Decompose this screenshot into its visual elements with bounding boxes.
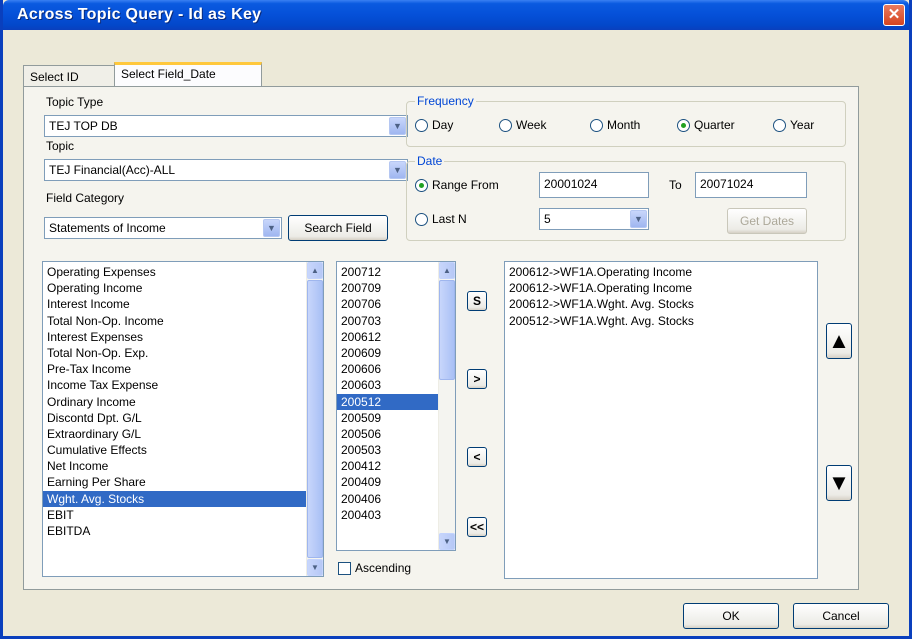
field-list-item[interactable]: Wght. Avg. Stocks bbox=[43, 490, 323, 507]
checkbox-box[interactable] bbox=[338, 561, 351, 575]
topic-type-value: TEJ TOP DB bbox=[49, 119, 118, 133]
radio-quarter-label: Quarter bbox=[694, 118, 735, 132]
radio-year[interactable]: Year bbox=[773, 118, 814, 132]
chevron-down-icon[interactable]: ▼ bbox=[389, 117, 406, 135]
last-n-select[interactable]: 5 ▼ bbox=[539, 208, 649, 230]
fields-listbox[interactable]: Operating Expenses Operating Income Intere… bbox=[42, 261, 324, 577]
ascending-label: Ascending bbox=[355, 561, 412, 575]
last-n-value: 5 bbox=[544, 212, 551, 226]
radio-circle[interactable] bbox=[499, 118, 512, 132]
field-list-item[interactable]: Interest Income bbox=[43, 296, 323, 312]
radio-circle[interactable] bbox=[415, 212, 428, 226]
select-button[interactable]: S bbox=[467, 291, 487, 311]
chevron-down-icon[interactable]: ▼ bbox=[630, 210, 647, 228]
radio-circle[interactable] bbox=[415, 118, 428, 132]
field-list-item[interactable]: EBIT bbox=[43, 507, 323, 523]
field-category-value: Statements of Income bbox=[49, 221, 166, 235]
last-n-label: Last N bbox=[432, 212, 467, 226]
ascending-checkbox[interactable]: Ascending bbox=[338, 561, 411, 575]
search-field-button[interactable]: Search Field bbox=[288, 215, 388, 241]
to-label: To bbox=[669, 178, 682, 192]
topic-select[interactable]: TEJ Financial(Acc)-ALL ▼ bbox=[44, 159, 408, 181]
radio-circle-checked[interactable] bbox=[677, 118, 690, 132]
radio-month-label: Month bbox=[607, 118, 641, 132]
remove-button[interactable]: < bbox=[467, 447, 487, 467]
dates-listbox[interactable]: 200712 200709 200706 200703 200612 200609 2006… bbox=[336, 261, 456, 551]
radio-week-label: Week bbox=[516, 118, 547, 132]
range-from-input[interactable]: 20001024 bbox=[539, 172, 649, 198]
fields-scrollbar[interactable]: ▲ ▼ bbox=[306, 262, 323, 576]
title-bar[interactable]: Across Topic Query - Id as Key ✕ bbox=[3, 0, 909, 30]
ok-button[interactable]: OK bbox=[683, 603, 779, 629]
radio-circle[interactable] bbox=[590, 118, 603, 132]
field-list-item[interactable]: Earning Per Share bbox=[43, 474, 323, 490]
dialog-window: Across Topic Query - Id as Key ✕ Select … bbox=[0, 0, 912, 639]
date-title: Date bbox=[415, 154, 445, 168]
range-from-label: Range From bbox=[432, 178, 499, 192]
radio-last-n[interactable]: Last N bbox=[415, 212, 467, 226]
window-title: Across Topic Query - Id as Key bbox=[17, 6, 262, 23]
tab-select-field-date[interactable]: Select Field_Date bbox=[114, 62, 262, 86]
tab-panel: Topic Type TEJ TOP DB ▼ Topic TEJ Financ… bbox=[23, 86, 859, 590]
field-list-item[interactable]: Operating Income bbox=[43, 280, 323, 296]
radio-range-from[interactable]: Range From bbox=[415, 178, 499, 192]
field-list-item[interactable]: Extraordinary G/L bbox=[43, 426, 323, 442]
close-button[interactable]: ✕ bbox=[883, 4, 905, 26]
scroll-thumb[interactable] bbox=[439, 280, 455, 380]
frequency-title: Frequency bbox=[415, 94, 476, 108]
scroll-down-icon[interactable]: ▼ bbox=[307, 559, 323, 576]
get-dates-button[interactable]: Get Dates bbox=[727, 208, 807, 234]
add-button[interactable]: > bbox=[467, 369, 487, 389]
topic-value: TEJ Financial(Acc)-ALL bbox=[49, 163, 176, 177]
radio-circle-checked[interactable] bbox=[415, 178, 428, 192]
field-list-item[interactable]: Income Tax Expense bbox=[43, 377, 323, 393]
scroll-down-icon[interactable]: ▼ bbox=[439, 533, 455, 550]
remove-all-button[interactable]: << bbox=[467, 517, 487, 537]
scroll-up-icon[interactable]: ▲ bbox=[307, 262, 323, 279]
topic-label: Topic bbox=[46, 139, 75, 153]
field-list-item[interactable]: Total Non-Op. Exp. bbox=[43, 345, 323, 361]
selected-list-item[interactable]: 200612->WF1A.Operating Income bbox=[505, 264, 817, 280]
range-to-input[interactable]: 20071024 bbox=[695, 172, 807, 198]
frequency-group: Frequency Day Week Month Quarter Year bbox=[406, 94, 846, 147]
selected-list-item[interactable]: 200612->WF1A.Wght. Avg. Stocks bbox=[505, 296, 817, 312]
field-list-item[interactable]: Operating Expenses bbox=[43, 264, 323, 280]
radio-year-label: Year bbox=[790, 118, 815, 132]
selected-list-item[interactable]: 200512->WF1A.Wght. Avg. Stocks bbox=[505, 313, 817, 329]
radio-week[interactable]: Week bbox=[499, 118, 546, 132]
field-list-item[interactable]: Total Non-Op. Income bbox=[43, 313, 323, 329]
scroll-thumb[interactable] bbox=[307, 280, 323, 558]
chevron-down-icon[interactable]: ▼ bbox=[263, 219, 280, 237]
tab-select-id[interactable]: Select ID bbox=[23, 65, 115, 86]
move-down-button[interactable]: ▼ bbox=[826, 465, 852, 501]
selected-listbox[interactable]: 200612->WF1A.Operating Income 200612->WF1… bbox=[504, 261, 818, 579]
field-list-item[interactable]: Ordinary Income bbox=[43, 394, 323, 410]
field-list-item[interactable]: Net Income bbox=[43, 458, 323, 474]
field-list-item[interactable]: Pre-Tax Income bbox=[43, 361, 323, 377]
cancel-button[interactable]: Cancel bbox=[793, 603, 889, 629]
chevron-down-icon[interactable]: ▼ bbox=[389, 161, 406, 179]
radio-month[interactable]: Month bbox=[590, 118, 640, 132]
field-list-item[interactable]: EBITDA bbox=[43, 523, 323, 539]
topic-type-select[interactable]: TEJ TOP DB ▼ bbox=[44, 115, 408, 137]
field-category-label: Field Category bbox=[46, 191, 125, 205]
radio-circle[interactable] bbox=[773, 118, 786, 132]
field-list-item[interactable]: Interest Expenses bbox=[43, 329, 323, 345]
radio-day[interactable]: Day bbox=[415, 118, 453, 132]
radio-day-label: Day bbox=[432, 118, 454, 132]
field-list-item[interactable]: Discontd Dpt. G/L bbox=[43, 410, 323, 426]
date-group: Date Range From 20001024 To 20071024 Las… bbox=[406, 154, 846, 241]
selected-list-item[interactable]: 200612->WF1A.Operating Income bbox=[505, 280, 817, 296]
field-category-select[interactable]: Statements of Income ▼ bbox=[44, 217, 282, 239]
move-up-button[interactable]: ▲ bbox=[826, 323, 852, 359]
radio-quarter[interactable]: Quarter bbox=[677, 118, 735, 132]
dates-scrollbar[interactable]: ▲ ▼ bbox=[438, 262, 455, 550]
topic-type-label: Topic Type bbox=[46, 95, 104, 109]
scroll-up-icon[interactable]: ▲ bbox=[439, 262, 455, 279]
field-list-item[interactable]: Cumulative Effects bbox=[43, 442, 323, 458]
